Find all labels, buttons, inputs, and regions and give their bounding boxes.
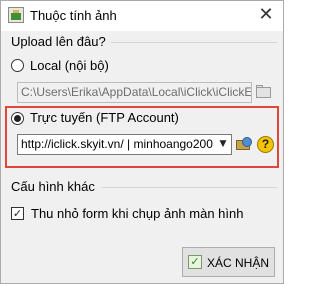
- ftp-settings-icon[interactable]: [236, 136, 254, 154]
- ftp-radio-label[interactable]: Trực tuyến (FTP Account): [30, 110, 179, 125]
- local-path-field[interactable]: C:\Users\Erika\AppData\Local\iClick\iCli…: [17, 82, 252, 103]
- close-button[interactable]: ✕: [253, 3, 279, 27]
- local-radio[interactable]: [11, 59, 24, 72]
- help-icon[interactable]: ?: [257, 136, 274, 153]
- folder-icon[interactable]: [255, 83, 273, 101]
- image-app-icon: [8, 7, 24, 23]
- minimize-checkbox-label[interactable]: Thu nhỏ form khi chụp ảnh màn hình: [31, 206, 243, 221]
- local-radio-label[interactable]: Local (nội bộ): [30, 58, 109, 73]
- ftp-account-select[interactable]: http://iclick.skyit.vn/ | minhoango200 ▼: [17, 134, 232, 155]
- minimize-checkbox[interactable]: ✓: [11, 207, 24, 220]
- upload-section-title: Upload lên đâu?: [11, 34, 106, 49]
- window-title: Thuộc tính ảnh: [30, 8, 117, 23]
- chevron-down-icon[interactable]: ▼: [215, 135, 231, 154]
- title-bar: Thuộc tính ảnh ✕: [1, 1, 283, 31]
- upload-section-divider: [111, 42, 277, 43]
- other-section-title: Cấu hình khác: [11, 179, 95, 194]
- ftp-account-value: http://iclick.skyit.vn/ | minhoango200: [21, 137, 213, 151]
- ftp-radio[interactable]: [11, 112, 24, 125]
- properties-dialog: Thuộc tính ảnh ✕ Upload lên đâu? Local (…: [0, 0, 284, 284]
- checkmark-icon: ✓: [188, 255, 202, 269]
- other-section-divider: [101, 187, 277, 188]
- confirm-button-label: XÁC NHẬN: [207, 256, 270, 270]
- confirm-button[interactable]: ✓ XÁC NHẬN: [182, 247, 275, 277]
